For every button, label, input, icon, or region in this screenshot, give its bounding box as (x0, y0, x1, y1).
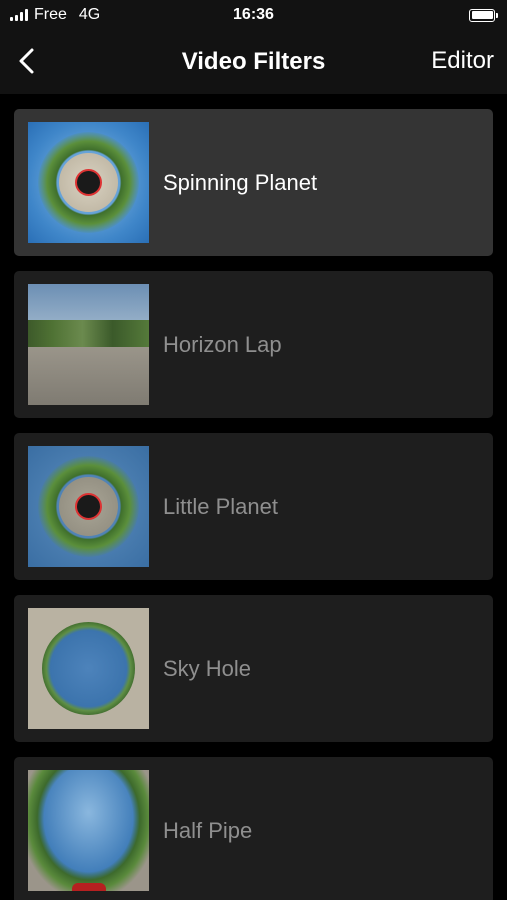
nav-bar: Video Filters Editor (0, 30, 507, 94)
page-title: Video Filters (181, 48, 326, 75)
battery-icon (469, 8, 498, 22)
filter-card-little-planet[interactable]: Little Planet (14, 433, 493, 580)
filter-card-sky-hole[interactable]: Sky Hole (14, 595, 493, 742)
filter-thumbnail (28, 770, 149, 891)
filter-label: Little Planet (163, 493, 278, 519)
chevron-left-icon (19, 48, 34, 74)
filter-thumbnail (28, 122, 149, 243)
filter-card-horizon-lap[interactable]: Horizon Lap (14, 271, 493, 418)
status-bar: Free 4G 16:36 (0, 0, 507, 30)
back-button[interactable] (12, 46, 42, 76)
filter-thumbnail (28, 284, 149, 405)
filter-label: Spinning Planet (163, 169, 318, 195)
filter-thumbnail (28, 608, 149, 729)
filter-card-spinning-planet[interactable]: Spinning Planet (14, 109, 493, 256)
status-time: 16:36 (233, 6, 274, 23)
editor-button[interactable]: Editor (431, 47, 494, 75)
filter-list: Spinning Planet Horizon Lap Little Plane… (0, 94, 507, 900)
filter-label: Sky Hole (163, 655, 252, 681)
filter-label: Horizon Lap (163, 331, 282, 357)
filter-thumbnail (28, 446, 149, 567)
filter-card-half-pipe[interactable]: Half Pipe (14, 757, 493, 900)
filter-label: Half Pipe (163, 817, 253, 843)
